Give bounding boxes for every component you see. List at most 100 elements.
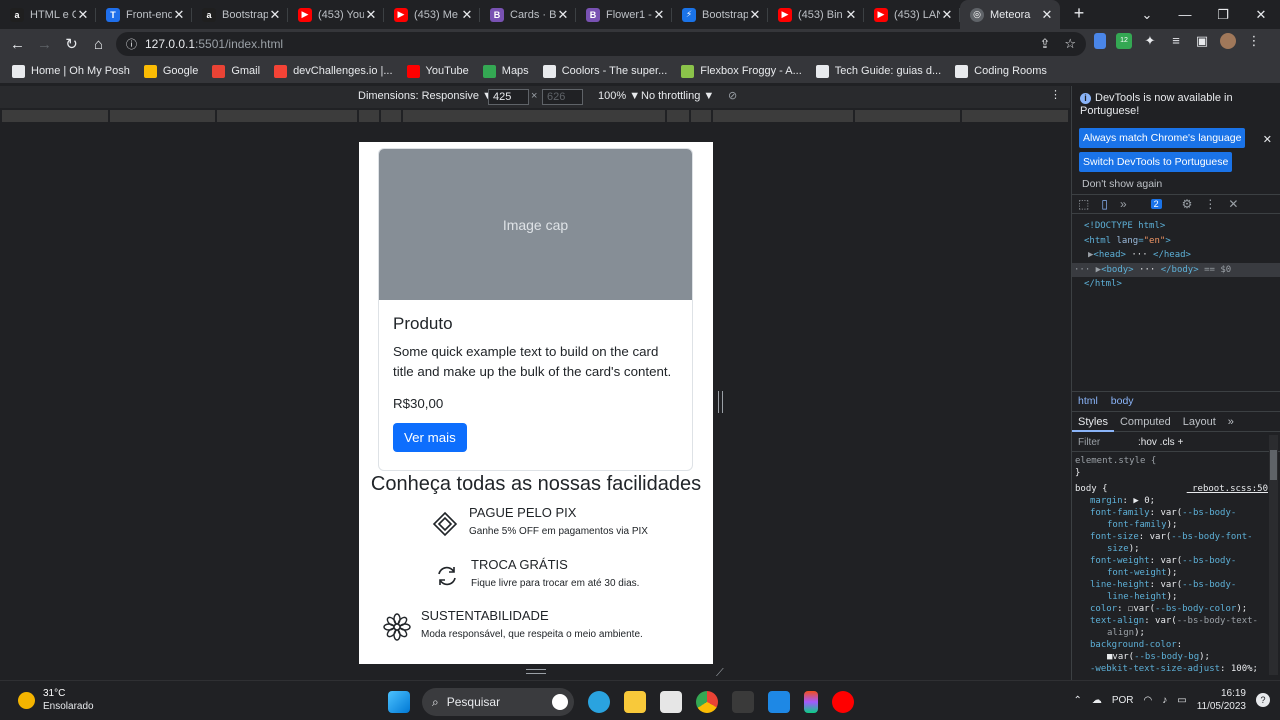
- element-style-rule[interactable]: element.style {: [1075, 455, 1268, 467]
- throttling-dropdown[interactable]: No throttling ▼: [641, 90, 714, 102]
- bookmark-item[interactable]: Gmail: [212, 64, 260, 78]
- menu-icon[interactable]: ⋮: [1246, 33, 1262, 49]
- cloud-icon[interactable]: ☁: [1092, 695, 1102, 706]
- photos-icon[interactable]: [660, 691, 682, 713]
- share-icon[interactable]: ⇪: [1039, 36, 1050, 52]
- tab-computed[interactable]: Computed: [1114, 416, 1177, 428]
- address-bar[interactable]: ⓘ 127.0.0.1:5501/index.html ⇪ ☆: [116, 32, 1086, 56]
- bookmark-star-icon[interactable]: ☆: [1064, 36, 1076, 52]
- browser-tab[interactable]: a Bootstrap ✕: [192, 0, 288, 29]
- media-icon[interactable]: ≡: [1168, 33, 1184, 49]
- css-decl[interactable]: font-weight: var(--bs-body-: [1075, 555, 1268, 567]
- styles-scrollbar[interactable]: [1269, 435, 1278, 675]
- chrome-icon[interactable]: [696, 691, 718, 713]
- back-button[interactable]: ←: [4, 36, 31, 53]
- always-match-button[interactable]: Always match Chrome's language: [1079, 128, 1246, 148]
- close-tab-icon[interactable]: ✕: [268, 7, 282, 23]
- head-node[interactable]: ▶<head> ··· </head>: [1072, 248, 1280, 263]
- forward-button[interactable]: →: [31, 36, 58, 53]
- close-tab-icon[interactable]: ✕: [172, 7, 186, 23]
- maximize-button[interactable]: ❐: [1204, 7, 1242, 23]
- more-tabs-icon[interactable]: »: [1120, 197, 1127, 211]
- width-input[interactable]: 425: [488, 89, 529, 105]
- close-tab-icon[interactable]: ✕: [556, 7, 570, 23]
- extension-icon[interactable]: [1094, 33, 1106, 49]
- file-explorer-icon[interactable]: [624, 691, 646, 713]
- tab-search-icon[interactable]: ⌄: [1128, 7, 1166, 23]
- tab-layout[interactable]: Layout: [1177, 416, 1222, 428]
- bookmark-item[interactable]: Flexbox Froggy - A...: [681, 64, 802, 78]
- language-indicator[interactable]: POR: [1112, 695, 1134, 706]
- bookmark-item[interactable]: Google: [143, 64, 198, 78]
- issues-badge[interactable]: 2: [1150, 199, 1162, 209]
- browser-tab[interactable]: B Flower1 - ✕: [576, 0, 672, 29]
- close-tab-icon[interactable]: ✕: [1040, 7, 1054, 23]
- zoom-dropdown[interactable]: 100% ▼: [598, 90, 640, 102]
- bookmark-item[interactable]: Maps: [482, 64, 529, 78]
- avatar[interactable]: [1220, 33, 1236, 49]
- info-icon[interactable]: ⓘ: [126, 36, 137, 52]
- height-input[interactable]: 626: [542, 89, 583, 105]
- css-decl[interactable]: text-align: var(--bs-body-text-: [1075, 615, 1268, 627]
- terminal-icon[interactable]: [732, 691, 754, 713]
- home-button[interactable]: ⌂: [85, 36, 112, 53]
- close-devtools-icon[interactable]: ✕: [1228, 197, 1238, 211]
- bookmark-item[interactable]: devChallenges.io |...: [274, 64, 393, 78]
- resize-handle-right[interactable]: [718, 391, 723, 413]
- bookmark-item[interactable]: Tech Guide: guias d...: [815, 64, 941, 78]
- body-rule[interactable]: body {_reboot.scss:50: [1075, 483, 1268, 495]
- css-decl[interactable]: -webkit-text-size-adjust: 100%;: [1075, 663, 1268, 675]
- css-decl[interactable]: color: ☐var(--bs-body-color);: [1075, 603, 1268, 615]
- browser-tab[interactable]: ▶ (453) Bin ✕: [768, 0, 864, 29]
- tab-meteora[interactable]: ◎ Meteora ✕: [960, 0, 1060, 29]
- tab-more[interactable]: »: [1222, 416, 1240, 428]
- media-query-ruler[interactable]: [0, 108, 1070, 124]
- browser-tab[interactable]: ▶ (453) Me ✕: [384, 0, 480, 29]
- close-tab-icon[interactable]: ✕: [844, 7, 858, 23]
- resize-corner-icon[interactable]: ⟋: [716, 667, 724, 680]
- bookmark-item[interactable]: YouTube: [406, 64, 469, 78]
- help-icon[interactable]: ?: [1256, 693, 1270, 707]
- device-toggle-icon[interactable]: ▯: [1101, 197, 1108, 211]
- close-tab-icon[interactable]: ✕: [460, 7, 474, 23]
- youtube-music-icon[interactable]: [832, 691, 854, 713]
- telegram-icon[interactable]: [588, 691, 610, 713]
- close-notice-icon[interactable]: ✕: [1263, 133, 1272, 146]
- browser-tab[interactable]: B Cards · B ✕: [480, 0, 576, 29]
- new-tab-button[interactable]: +: [1066, 0, 1092, 29]
- rotate-icon[interactable]: ⊘: [728, 89, 737, 102]
- wifi-icon[interactable]: ◠: [1144, 695, 1153, 706]
- volume-icon[interactable]: ♪: [1162, 695, 1167, 706]
- tab-styles[interactable]: Styles: [1072, 412, 1114, 432]
- css-decl[interactable]: font-family: var(--bs-body-: [1075, 507, 1268, 519]
- close-window-button[interactable]: ✕: [1242, 7, 1280, 23]
- close-tab-icon[interactable]: ✕: [364, 7, 378, 23]
- close-tab-icon[interactable]: ✕: [940, 7, 954, 23]
- weather-widget[interactable]: 31°C Ensolarado: [18, 688, 94, 712]
- crumb-html[interactable]: html: [1078, 395, 1098, 407]
- css-decl[interactable]: font-size: var(--bs-body-font-: [1075, 531, 1268, 543]
- puzzle-icon[interactable]: ✦: [1142, 33, 1158, 49]
- browser-tab[interactable]: a HTML e C ✕: [0, 0, 96, 29]
- css-decl[interactable]: margin: ▶ 0;: [1075, 495, 1268, 507]
- resize-handle-bottom[interactable]: [526, 669, 546, 674]
- browser-tab[interactable]: T Front-end ✕: [96, 0, 192, 29]
- chevron-up-icon[interactable]: ⌃: [1073, 695, 1081, 706]
- css-decl[interactable]: background-color:: [1075, 639, 1268, 651]
- browser-tab[interactable]: ▶ (453) You ✕: [288, 0, 384, 29]
- settings-icon[interactable]: ⚙: [1182, 197, 1193, 211]
- browser-tab[interactable]: ⚡ Bootstrap ✕: [672, 0, 768, 29]
- close-tab-icon[interactable]: ✕: [652, 7, 666, 23]
- windows-start-icon[interactable]: [388, 691, 410, 713]
- reload-button[interactable]: ↻: [58, 35, 85, 53]
- html-node[interactable]: <html lang="en">: [1072, 234, 1280, 249]
- browser-tab[interactable]: ▶ (453) LAN ✕: [864, 0, 960, 29]
- close-tab-icon[interactable]: ✕: [76, 7, 90, 23]
- filter-actions[interactable]: :hov .cls +: [1138, 437, 1183, 448]
- ver-mais-button[interactable]: Ver mais: [393, 423, 467, 452]
- bookmark-item[interactable]: Coolors - The super...: [542, 64, 667, 78]
- css-decl[interactable]: line-height: var(--bs-body-: [1075, 579, 1268, 591]
- bookmark-item[interactable]: Home | Oh My Posh: [12, 64, 130, 78]
- body-node[interactable]: ··· ▶<body> ··· </body> == $0: [1072, 262, 1280, 277]
- timer-extension-icon[interactable]: 12: [1116, 33, 1132, 49]
